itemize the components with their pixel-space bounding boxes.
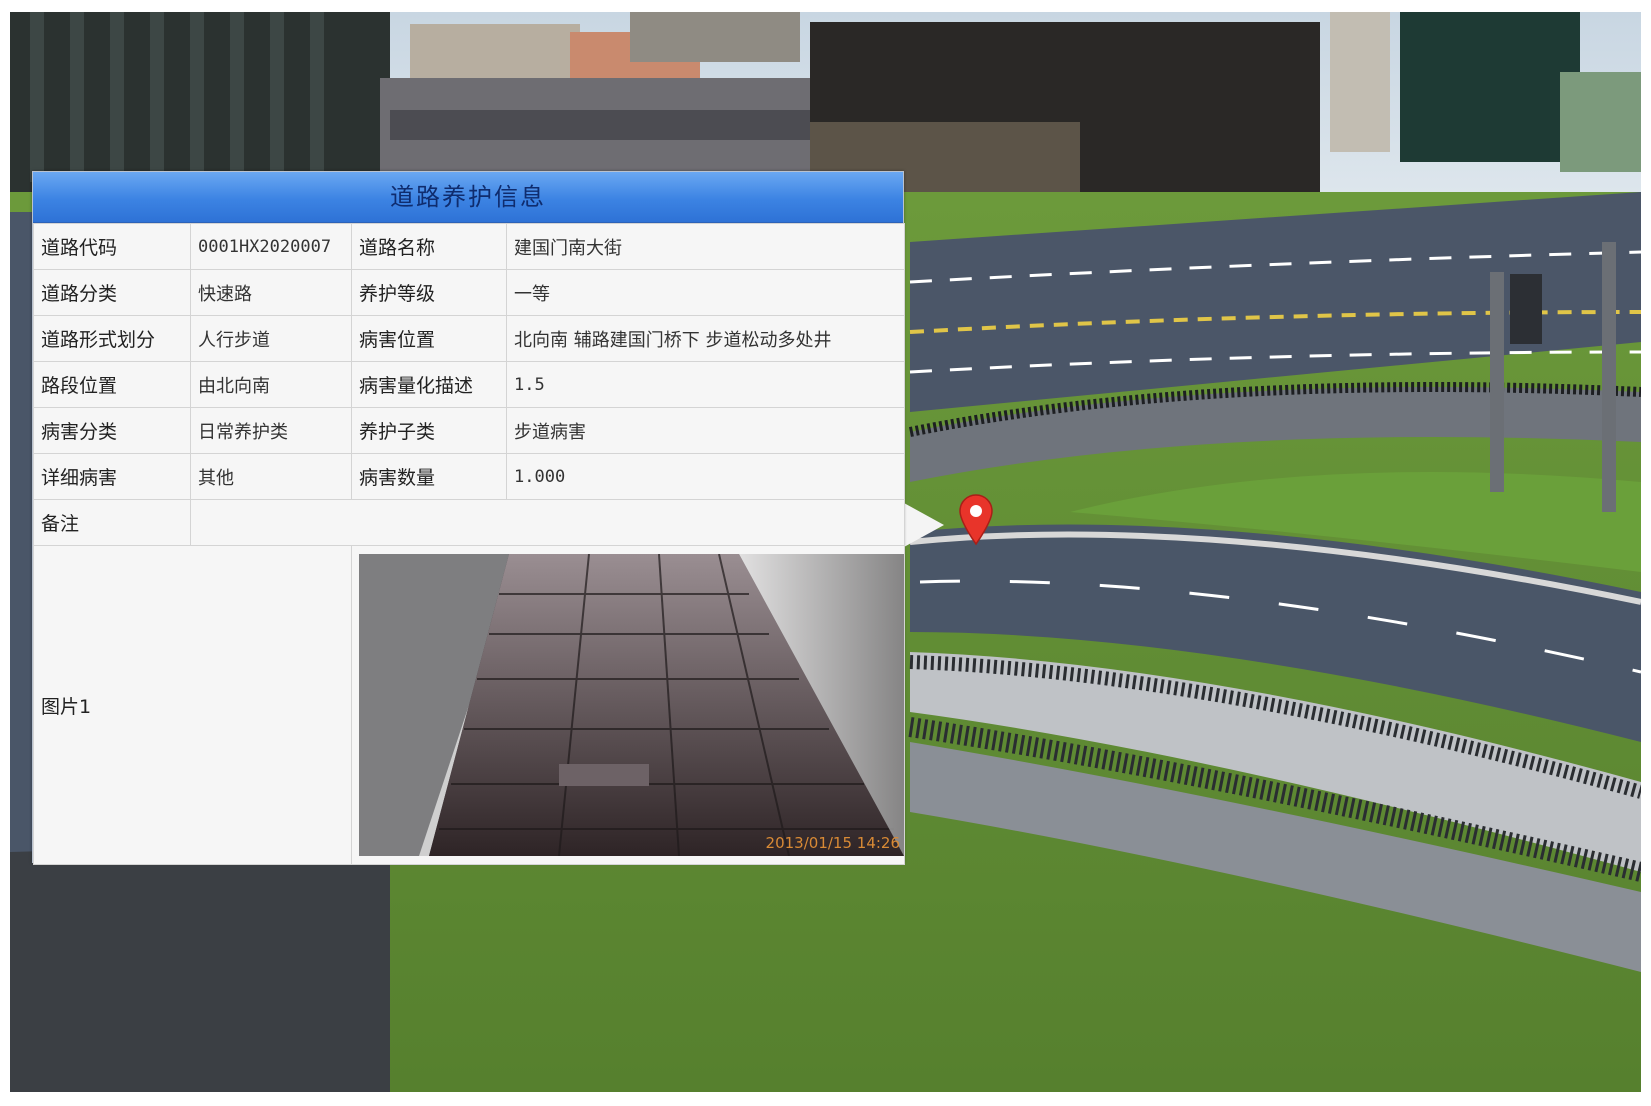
table-row: 病害分类 日常养护类 养护子类 步道病害	[33, 407, 905, 454]
table-row: 路段位置 由北向南 病害量化描述 1.5	[33, 361, 905, 408]
table-row: 道路形式划分 人行步道 病害位置 北向南 辅路建国门桥下 步道松动多处井	[33, 315, 905, 362]
field-value: 其他	[190, 453, 352, 500]
field-value: 人行步道	[190, 315, 352, 362]
table-row: 备注	[33, 499, 905, 546]
photo-timestamp: 2013/01/15 14:26	[765, 834, 900, 852]
field-label: 道路形式划分	[33, 315, 191, 362]
popup-pointer	[904, 503, 944, 547]
field-value: 建国门南大街	[506, 223, 905, 270]
photo-cell: 2013/01/15 14:26	[351, 545, 905, 865]
field-value: 1.000	[506, 453, 905, 500]
field-label: 道路名称	[351, 223, 507, 270]
field-value: 由北向南	[190, 361, 352, 408]
popup-title: 道路养护信息	[33, 172, 903, 223]
field-label: 病害数量	[351, 453, 507, 500]
table-row: 详细病害 其他 病害数量 1.000	[33, 453, 905, 500]
field-label: 养护等级	[351, 269, 507, 316]
field-label: 病害分类	[33, 407, 191, 454]
info-table: 道路代码 0001HX2020007 道路名称 建国门南大街 道路分类 快速路 …	[33, 223, 905, 865]
field-value: 步道病害	[506, 407, 905, 454]
photo-row: 图片1 2013/01/15 14:26	[33, 545, 905, 865]
field-value: 一等	[506, 269, 905, 316]
remark-label: 备注	[33, 499, 191, 546]
table-row: 道路代码 0001HX2020007 道路名称 建国门南大街	[33, 223, 905, 270]
field-label: 详细病害	[33, 453, 191, 500]
field-value: 快速路	[190, 269, 352, 316]
remark-value	[190, 499, 905, 546]
info-popup: 道路养护信息 道路代码 0001HX2020007 道路名称 建国门南大街 道路…	[32, 171, 905, 865]
field-label: 病害位置	[351, 315, 507, 362]
field-value: 1.5	[506, 361, 905, 408]
damage-photo[interactable]: 2013/01/15 14:26	[359, 554, 904, 856]
field-label: 道路代码	[33, 223, 191, 270]
field-value: 日常养护类	[190, 407, 352, 454]
field-value: 北向南 辅路建国门桥下 步道松动多处井	[506, 315, 905, 362]
field-label: 病害量化描述	[351, 361, 507, 408]
field-label: 道路分类	[33, 269, 191, 316]
field-value: 0001HX2020007	[190, 223, 352, 270]
field-label: 路段位置	[33, 361, 191, 408]
photo-label: 图片1	[33, 545, 352, 865]
table-row: 道路分类 快速路 养护等级 一等	[33, 269, 905, 316]
field-label: 养护子类	[351, 407, 507, 454]
damage-photo-image	[359, 554, 904, 856]
map-pin-icon[interactable]	[958, 494, 994, 546]
